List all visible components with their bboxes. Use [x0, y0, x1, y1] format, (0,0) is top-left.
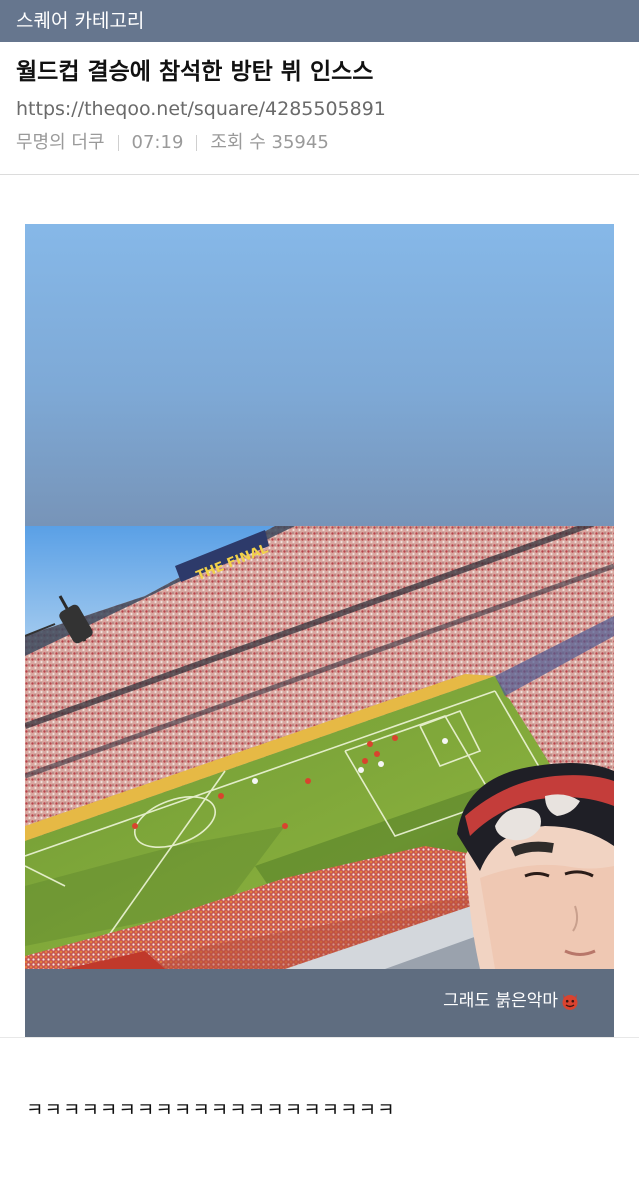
post-meta: 무명의 더쿠 07:19 조회 수 35945	[16, 130, 329, 156]
post-time: 07:19	[131, 132, 184, 153]
selfie-person	[457, 762, 614, 969]
post-header: 월드컵 결승에 참석한 방탄 뷔 인스스 https://theqoo.net/…	[0, 42, 639, 175]
category-bar[interactable]: 스퀘어 카테고리	[0, 0, 639, 42]
post-url[interactable]: https://theqoo.net/square/4285505891	[16, 96, 386, 122]
story-caption: 그래도 붉은악마	[443, 991, 558, 1011]
page: 스퀘어 카테고리 월드컵 결승에 참석한 방탄 뷔 인스스 https://th…	[0, 0, 639, 1199]
story-image[interactable]: THE FINAL 그래도 붉은악마	[25, 224, 614, 1037]
stadium-photo: THE FINAL	[25, 526, 614, 969]
story-caption-bar: 그래도 붉은악마	[25, 969, 614, 1037]
comment-text: ㅋㅋㅋㅋㅋㅋㅋㅋㅋㅋㅋㅋㅋㅋㅋㅋㅋㅋㅋㅋ	[26, 1099, 396, 1121]
comment-divider	[0, 1037, 639, 1038]
category-label[interactable]: 스퀘어 카테고리	[16, 8, 144, 34]
post-title: 월드컵 결승에 참석한 방탄 뷔 인스스	[16, 59, 374, 85]
story-sky	[25, 224, 614, 526]
meta-divider	[117, 135, 119, 151]
post-author[interactable]: 무명의 더쿠	[16, 130, 105, 156]
meta-divider	[196, 135, 198, 151]
post-views: 조회 수 35945	[210, 132, 329, 153]
red-devil-icon	[562, 994, 578, 1010]
